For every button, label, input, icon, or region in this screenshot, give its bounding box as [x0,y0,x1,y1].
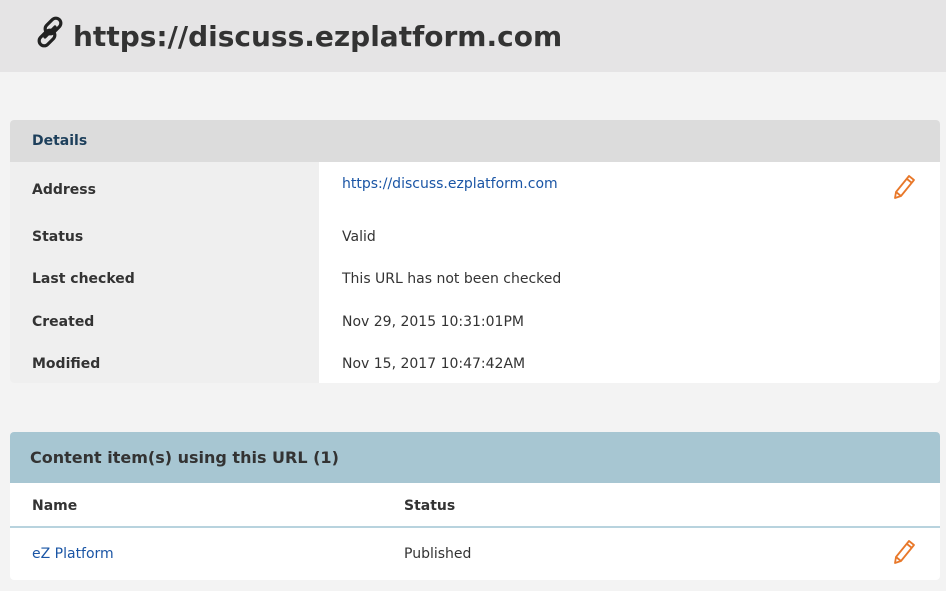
last-checked-value: This URL has not been checked [342,271,562,287]
details-heading: Details [10,120,940,162]
created-value: Nov 29, 2015 10:31:01PM [342,314,524,330]
page-title: https://discuss.ezplatform.com [73,19,563,53]
content-items-panel: Content item(s) using this URL (1) Name … [10,432,940,580]
address-label: Address [32,182,96,198]
status-label: Status [32,229,84,245]
table-header-divider [10,526,940,528]
modified-label: Modified [32,356,101,372]
content-item-link[interactable]: eZ Platform [32,546,114,562]
last-checked-label: Last checked [32,271,135,287]
address-link[interactable]: https://discuss.ezplatform.com [342,176,558,192]
details-body: Address https://discuss.ezplatform.com S… [10,162,940,383]
modified-value: Nov 15, 2017 10:47:42AM [342,356,526,372]
edit-address-icon[interactable] [892,174,916,200]
status-value: Valid [342,229,376,245]
content-items-heading: Content item(s) using this URL (1) [10,432,940,483]
column-header-status: Status [404,498,456,514]
edit-content-item-icon[interactable] [892,539,916,565]
column-header-name: Name [32,498,78,514]
link-icon [37,16,63,48]
created-label: Created [32,314,95,330]
details-panel: Details Address https://discuss.ezplatfo… [10,120,940,383]
content-item-status: Published [404,546,472,562]
page-header: https://discuss.ezplatform.com [0,0,946,72]
